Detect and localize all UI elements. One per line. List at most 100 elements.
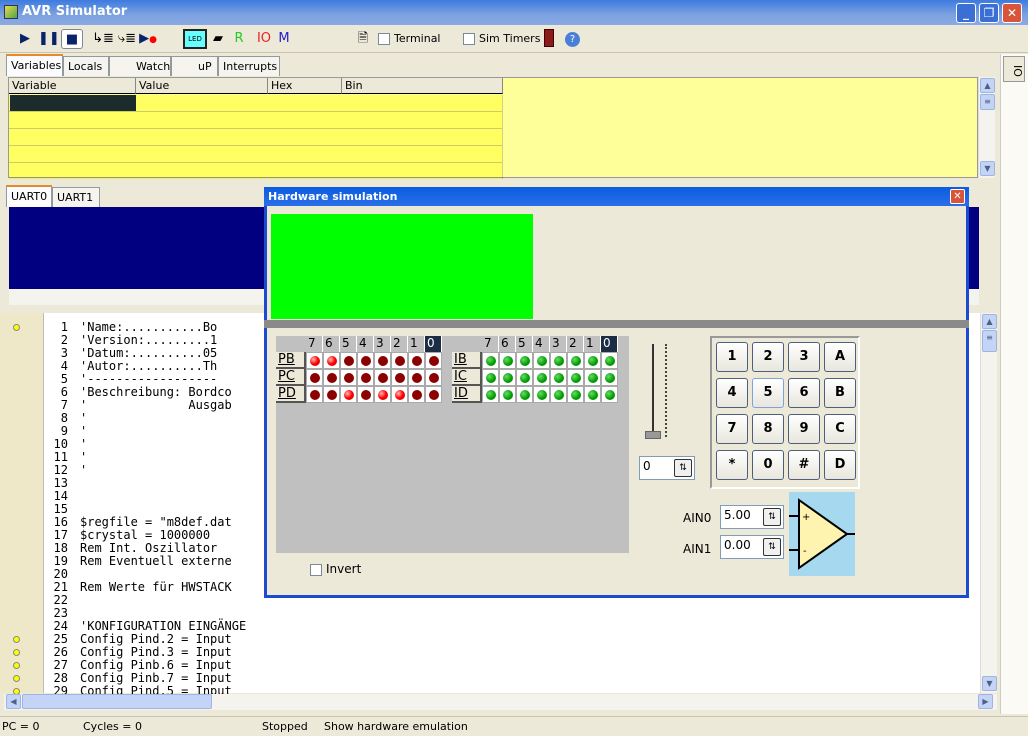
keypad-key-hash[interactable]: # bbox=[788, 450, 820, 480]
splitter[interactable] bbox=[264, 320, 969, 328]
keypad-key-3[interactable]: 3 bbox=[788, 342, 820, 372]
spin-icon[interactable]: ⇅ bbox=[763, 538, 781, 556]
tab-uart0[interactable]: UART0 bbox=[6, 185, 52, 207]
input-pin-button[interactable] bbox=[482, 352, 499, 369]
terminal-checkbox[interactable]: Terminal bbox=[378, 29, 441, 49]
keypad-key-6[interactable]: 6 bbox=[788, 378, 820, 408]
close-button[interactable]: ✕ bbox=[1002, 3, 1022, 23]
refresh-icon[interactable]: 🗎 bbox=[354, 29, 372, 49]
hint-status: Show hardware emulation bbox=[324, 720, 468, 733]
code-hscrollbar[interactable]: ◀ ▶ bbox=[4, 694, 997, 710]
help-icon[interactable]: ? bbox=[565, 32, 580, 47]
input-pin-button[interactable] bbox=[584, 352, 601, 369]
keypad-key-B[interactable]: B bbox=[824, 378, 856, 408]
breakpoint-marker-icon[interactable] bbox=[13, 675, 20, 682]
ain0-input[interactable]: 5.00 ⇅ bbox=[720, 505, 784, 529]
sim-timers-checkbox[interactable]: Sim Timers bbox=[463, 29, 540, 49]
chip-icon[interactable]: ▰ bbox=[208, 29, 228, 49]
input-pin-button[interactable] bbox=[601, 369, 618, 386]
keypad-key-D[interactable]: D bbox=[824, 450, 856, 480]
keypad-key-C[interactable]: C bbox=[824, 414, 856, 444]
input-pin-button[interactable] bbox=[482, 369, 499, 386]
keypad-key-8[interactable]: 8 bbox=[752, 414, 784, 444]
keypad-key-2[interactable]: 2 bbox=[752, 342, 784, 372]
input-pin-button[interactable] bbox=[567, 352, 584, 369]
ain1-input[interactable]: 0.00 ⇅ bbox=[720, 535, 784, 559]
input-pin-button[interactable] bbox=[516, 352, 533, 369]
input-pin-button[interactable] bbox=[550, 369, 567, 386]
io-button[interactable]: IO bbox=[254, 29, 274, 49]
debug-tabs: Variables Locals Watch uP Interrupts bbox=[6, 54, 996, 76]
run-icon[interactable]: ▶ bbox=[16, 29, 34, 49]
variables-scrollbar[interactable]: ▲ ≡ ▼ bbox=[978, 77, 995, 178]
keypad-key-5[interactable]: 5 bbox=[752, 378, 784, 408]
input-pin-button[interactable] bbox=[516, 386, 533, 403]
input-pin-button[interactable] bbox=[584, 386, 601, 403]
maximize-button[interactable]: ❐ bbox=[979, 3, 999, 23]
breakpoint-marker-icon[interactable] bbox=[13, 649, 20, 656]
input-pin-button[interactable] bbox=[516, 369, 533, 386]
slider-thumb[interactable] bbox=[645, 431, 661, 439]
input-pin-button[interactable] bbox=[584, 369, 601, 386]
tab-interrupts[interactable]: Interrupts bbox=[218, 56, 280, 76]
led-icon[interactable]: LED bbox=[183, 29, 207, 49]
step-over-icon[interactable]: ⤷≣ bbox=[116, 29, 138, 49]
slider-value-input[interactable]: 0 ⇅ bbox=[639, 456, 695, 480]
keypad-key-0[interactable]: 0 bbox=[752, 450, 784, 480]
input-pin-button[interactable] bbox=[567, 369, 584, 386]
code-line[interactable]: Rem Eventuell externe bbox=[80, 555, 232, 568]
slider-track[interactable] bbox=[652, 344, 654, 437]
tab-uart1[interactable]: UART1 bbox=[52, 187, 100, 207]
keypad-key-7[interactable]: 7 bbox=[716, 414, 748, 444]
run-to-breakpoint-icon[interactable]: ▶● bbox=[139, 29, 157, 49]
output-led-icon bbox=[374, 386, 391, 403]
breakpoint-marker-icon[interactable] bbox=[13, 636, 20, 643]
col-hex[interactable]: Hex bbox=[268, 78, 342, 94]
code-vscrollbar[interactable]: ▲ ≡ ▼ bbox=[980, 313, 997, 693]
tab-watch[interactable]: Watch bbox=[109, 56, 171, 76]
input-pin-button[interactable] bbox=[482, 386, 499, 403]
code-line[interactable]: ' bbox=[80, 464, 87, 477]
input-pin-button[interactable] bbox=[533, 369, 550, 386]
input-pin-button[interactable] bbox=[499, 386, 516, 403]
keypad-key-star[interactable]: * bbox=[716, 450, 748, 480]
invert-checkbox[interactable]: Invert bbox=[310, 562, 361, 576]
exit-door-icon[interactable] bbox=[544, 29, 554, 47]
spin-icon[interactable]: ⇅ bbox=[674, 459, 692, 477]
col-bin[interactable]: Bin bbox=[342, 78, 503, 94]
stop-icon[interactable]: ■ bbox=[61, 29, 83, 49]
input-pin-button[interactable] bbox=[601, 386, 618, 403]
spin-icon[interactable]: ⇅ bbox=[763, 508, 781, 526]
keypad-key-4[interactable]: 4 bbox=[716, 378, 748, 408]
dialog-close-button[interactable]: ✕ bbox=[950, 189, 965, 204]
tab-io[interactable]: IO bbox=[1003, 56, 1025, 82]
code-line[interactable]: ' Ausgab bbox=[80, 399, 232, 412]
col-value[interactable]: Value bbox=[136, 78, 268, 94]
tab-variables[interactable]: Variables bbox=[6, 54, 63, 76]
code-line[interactable]: Rem Werte für HWSTACK bbox=[80, 581, 232, 594]
breakpoint-gutter[interactable] bbox=[0, 313, 44, 695]
step-into-icon[interactable]: ↳≣ bbox=[92, 29, 114, 49]
input-pin-button[interactable] bbox=[601, 352, 618, 369]
input-pin-button[interactable] bbox=[550, 352, 567, 369]
input-pin-button[interactable] bbox=[567, 386, 584, 403]
keypad-key-9[interactable]: 9 bbox=[788, 414, 820, 444]
hscroll-thumb[interactable] bbox=[22, 694, 212, 709]
keypad-key-A[interactable]: A bbox=[824, 342, 856, 372]
memory-button[interactable]: M bbox=[277, 29, 291, 49]
input-pin-button[interactable] bbox=[499, 369, 516, 386]
input-pin-button[interactable] bbox=[533, 386, 550, 403]
input-pin-button[interactable] bbox=[499, 352, 516, 369]
input-pin-button[interactable] bbox=[550, 386, 567, 403]
registers-button[interactable]: R bbox=[232, 29, 246, 49]
variables-grid[interactable]: Variable Value Hex Bin bbox=[8, 77, 978, 179]
breakpoint-marker-icon[interactable] bbox=[13, 662, 20, 669]
breakpoint-marker-icon[interactable] bbox=[13, 324, 20, 331]
minimize-button[interactable]: _ bbox=[956, 3, 976, 23]
pause-icon[interactable]: ❚❚ bbox=[38, 29, 60, 49]
input-pin-button[interactable] bbox=[533, 352, 550, 369]
tab-up[interactable]: uP bbox=[171, 56, 218, 76]
col-variable[interactable]: Variable bbox=[9, 78, 136, 94]
keypad-key-1[interactable]: 1 bbox=[716, 342, 748, 372]
tab-locals[interactable]: Locals bbox=[63, 56, 109, 76]
